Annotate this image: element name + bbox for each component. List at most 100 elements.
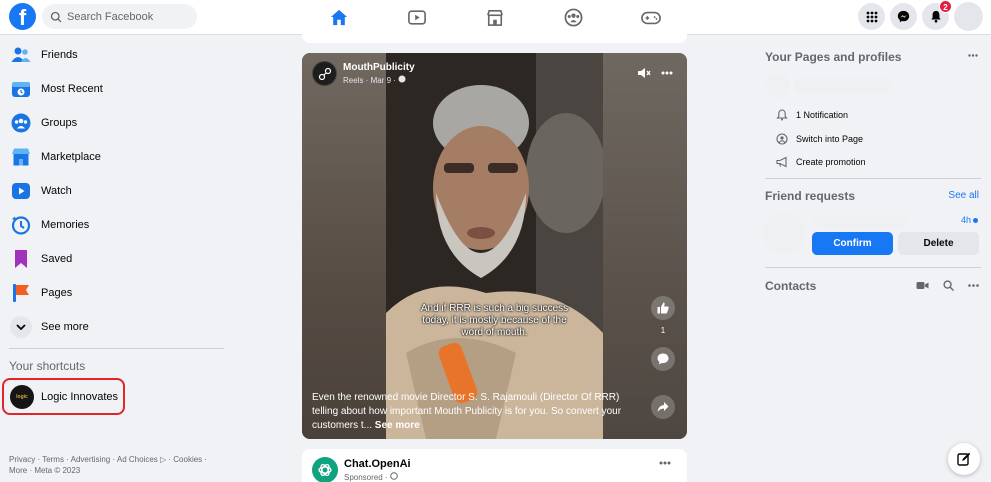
- marketplace-icon: [487, 9, 503, 26]
- sidebar-item-friends[interactable]: Friends: [0, 38, 230, 72]
- video-frame-image: [386, 53, 603, 439]
- account-controls: 2: [858, 0, 983, 31]
- search-icon: [50, 11, 62, 22]
- see-all-link[interactable]: See all: [948, 190, 979, 201]
- comment-icon: [657, 353, 669, 365]
- sidebar-item-label: Saved: [41, 253, 73, 265]
- new-message-button[interactable]: [948, 443, 980, 475]
- sponsored-post-card: Chat.OpenAi Sponsored ·: [302, 449, 687, 482]
- sidebar-item-label: Friends: [41, 49, 78, 61]
- share-button[interactable]: [651, 395, 675, 419]
- author-avatar[interactable]: [312, 61, 337, 86]
- page-action-switch[interactable]: Switch into Page: [776, 133, 863, 145]
- sidebar-item-label: Watch: [41, 185, 72, 197]
- facebook-logo[interactable]: f: [9, 3, 36, 30]
- mute-icon[interactable]: [637, 67, 651, 79]
- unread-dot: [973, 218, 978, 224]
- notifications-button[interactable]: 2: [922, 0, 952, 30]
- bell-icon: [930, 10, 941, 23]
- pages-icon: [10, 282, 32, 304]
- search-input[interactable]: [67, 10, 187, 23]
- comment-button[interactable]: [651, 347, 675, 371]
- search-box[interactable]: [42, 4, 197, 29]
- watch-icon: [408, 10, 426, 25]
- shortcuts-heading: Your shortcuts: [9, 359, 86, 373]
- page-action-notifications[interactable]: 1 Notification: [776, 109, 848, 121]
- video-subtitle: And if RRR is such a big success today, …: [420, 303, 569, 338]
- sidebar-item-watch[interactable]: Watch: [0, 174, 230, 208]
- page-action-promotion[interactable]: Create promotion: [776, 156, 866, 168]
- gaming-icon: [641, 11, 661, 24]
- sidebar-item-label: Memories: [41, 219, 90, 231]
- logic-innovates-logo: logic: [10, 384, 34, 409]
- sidebar-item-see-more[interactable]: See more: [0, 310, 230, 344]
- friends-icon: [10, 44, 32, 66]
- sidebar-item-saved[interactable]: Saved: [0, 242, 230, 276]
- sidebar-item-pages[interactable]: Pages: [0, 276, 230, 310]
- author-name[interactable]: MouthPublicity: [343, 62, 415, 73]
- friend-requests-heading: Friend requests: [765, 189, 856, 203]
- reel-header: MouthPublicity Reels · Mar 9 ·: [312, 61, 415, 86]
- watch-icon: [10, 180, 32, 202]
- chatgpt-logo[interactable]: [312, 457, 338, 482]
- contacts-heading: Contacts: [765, 279, 817, 293]
- sidebar-item-most-recent[interactable]: Most Recent: [0, 72, 230, 106]
- globe-icon: [390, 472, 398, 480]
- sidebar-item-memories[interactable]: Memories: [0, 208, 230, 242]
- messenger-button[interactable]: [890, 3, 917, 30]
- more-options-icon[interactable]: [661, 71, 673, 75]
- sidebar-item-label: Marketplace: [41, 151, 101, 163]
- section-divider: [765, 267, 981, 268]
- previous-post-card: [302, 28, 687, 43]
- sidebar-item-label: Pages: [41, 287, 73, 299]
- sidebar-item-marketplace[interactable]: Marketplace: [0, 140, 230, 174]
- like-button[interactable]: [651, 296, 675, 320]
- requester-avatar-placeholder[interactable]: [763, 213, 805, 255]
- see-more-link[interactable]: See more: [375, 420, 420, 431]
- section-divider: [765, 178, 981, 179]
- shortcut-logic-innovates[interactable]: logic Logic Innovates: [2, 378, 125, 415]
- sidebar-divider: [9, 348, 224, 349]
- post-author-name[interactable]: Chat.OpenAi: [344, 458, 411, 470]
- reel-controls: [637, 67, 673, 79]
- page-avatar-placeholder[interactable]: [765, 73, 790, 98]
- search-icon[interactable]: [943, 280, 954, 291]
- messenger-icon: [897, 10, 910, 23]
- openai-icon: [318, 463, 332, 477]
- delete-button[interactable]: Delete: [898, 232, 979, 255]
- post-meta: Sponsored ·: [344, 472, 398, 482]
- confirm-button[interactable]: Confirm: [812, 232, 893, 255]
- most-recent-icon: [10, 78, 32, 100]
- grid-menu-icon: [866, 11, 877, 22]
- menu-button[interactable]: [858, 3, 885, 30]
- home-icon: [330, 9, 348, 26]
- requester-name-placeholder: [812, 215, 908, 228]
- more-options-icon[interactable]: [968, 284, 979, 287]
- shortcut-label: Logic Innovates: [41, 390, 119, 403]
- left-sidebar: Friends Most Recent Groups Marketplace W…: [0, 38, 230, 344]
- more-options-icon[interactable]: [968, 54, 978, 57]
- profile-avatar[interactable]: [954, 2, 983, 31]
- sidebar-item-label: Most Recent: [41, 83, 103, 95]
- notification-badge: 2: [939, 0, 952, 13]
- mouthpublicity-logo-icon: [318, 67, 331, 80]
- reel-actions: 1: [651, 296, 675, 419]
- request-time: 4h: [961, 215, 978, 225]
- page-name-placeholder: [794, 78, 892, 93]
- contacts-actions: [916, 280, 979, 291]
- sidebar-item-label: Groups: [41, 117, 78, 129]
- reel-post[interactable]: And if RRR is such a big success today, …: [302, 53, 687, 439]
- more-options-icon[interactable]: [659, 461, 671, 465]
- reel-video[interactable]: And if RRR is such a big success today, …: [386, 53, 603, 439]
- share-icon: [657, 402, 669, 412]
- footer-links[interactable]: Privacy · Terms · Advertising · Ad Choic…: [9, 454, 224, 476]
- saved-icon: [10, 248, 32, 270]
- post-meta: Reels · Mar 9 ·: [343, 75, 415, 85]
- pages-heading: Your Pages and profiles: [765, 50, 902, 64]
- megaphone-icon: [776, 156, 787, 168]
- sidebar-item-groups[interactable]: Groups: [0, 106, 230, 140]
- video-call-icon[interactable]: [916, 281, 929, 290]
- globe-icon: [398, 75, 406, 83]
- marketplace-icon: [10, 146, 32, 168]
- memories-icon: [10, 214, 32, 236]
